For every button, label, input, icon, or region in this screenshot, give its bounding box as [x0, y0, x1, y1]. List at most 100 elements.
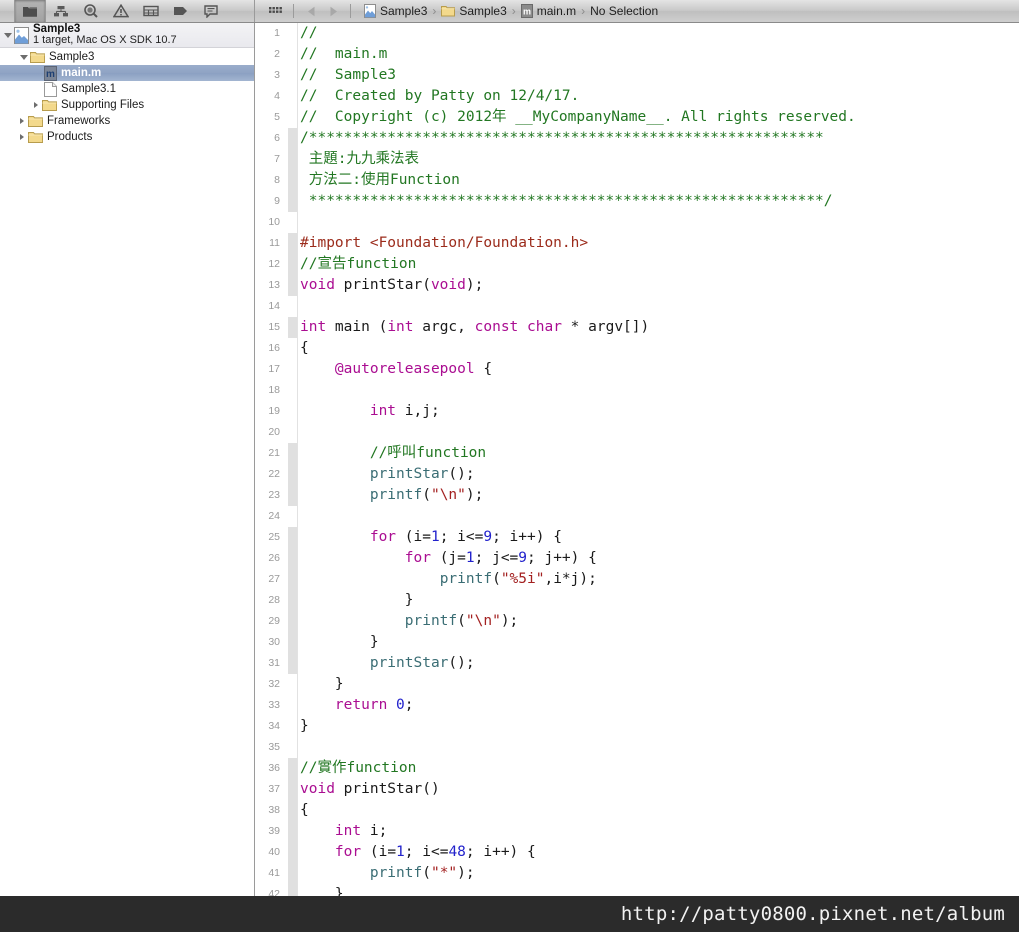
- code-line[interactable]: 9 **************************************…: [255, 191, 1019, 212]
- code-line[interactable]: 19 int i,j;: [255, 401, 1019, 422]
- line-text: //呼叫function: [300, 443, 486, 464]
- line-text: //宣告function: [300, 254, 416, 275]
- project-root-row[interactable]: Sample3 1 target, Mac OS X SDK 10.7: [0, 23, 254, 48]
- code-line[interactable]: 18: [255, 380, 1019, 401]
- tree-item-main-m[interactable]: m main.m: [0, 65, 254, 81]
- disclosure-triangle[interactable]: [18, 51, 30, 63]
- code-line[interactable]: 4 // Created by Patty on 12/4/17.: [255, 86, 1019, 107]
- code-token: (: [492, 571, 501, 587]
- hierarchy-icon[interactable]: [46, 0, 76, 22]
- code-line[interactable]: 28 }: [255, 590, 1019, 611]
- disclosure-triangle[interactable]: [2, 29, 14, 41]
- code-line[interactable]: 22 printStar();: [255, 464, 1019, 485]
- breadcrumb-item-selection[interactable]: No Selection: [587, 4, 661, 18]
- breadcrumb-item-project[interactable]: Sample3: [361, 4, 430, 18]
- line-number: 3: [274, 69, 280, 81]
- search-icon[interactable]: [76, 0, 106, 22]
- code-line[interactable]: 10: [255, 212, 1019, 233]
- folder-icon[interactable]: [14, 0, 46, 22]
- code-token: printf: [369, 865, 423, 881]
- code-line[interactable]: 27 printf("%5i",i*j);: [255, 569, 1019, 590]
- code-line[interactable]: 2 // main.m: [255, 44, 1019, 65]
- line-number: 23: [268, 489, 280, 501]
- change-marker: [288, 170, 297, 191]
- code-line[interactable]: 24: [255, 506, 1019, 527]
- breadcrumb-item-file[interactable]: m main.m: [518, 4, 579, 18]
- code-line[interactable]: 11 #import <Foundation/Foundation.h>: [255, 233, 1019, 254]
- code-line[interactable]: 30 }: [255, 632, 1019, 653]
- code-line[interactable]: 1 //: [255, 23, 1019, 44]
- code-line[interactable]: 31 printStar();: [255, 653, 1019, 674]
- code-line[interactable]: 7 主題:九九乘法表: [255, 149, 1019, 170]
- source-editor[interactable]: 1 // 2 // main.m 3 // Sample3 4 // Created by P…: [255, 23, 1019, 932]
- code-line[interactable]: 26 for (j=1; j<=9; j++) {: [255, 548, 1019, 569]
- code-token: ; j++) {: [527, 550, 597, 566]
- code-line[interactable]: 35: [255, 737, 1019, 758]
- code-token: ();: [448, 655, 475, 671]
- code-line[interactable]: 33 return 0;: [255, 695, 1019, 716]
- grid-icon[interactable]: [263, 6, 287, 17]
- code-line[interactable]: 5 // Copyright (c) 2012年 __MyCompanyName_…: [255, 107, 1019, 128]
- code-line[interactable]: 32 }: [255, 674, 1019, 695]
- code-line[interactable]: 34}: [255, 716, 1019, 737]
- tree-item-products[interactable]: Products: [0, 129, 254, 145]
- code-token: ();: [448, 466, 475, 482]
- tag-icon[interactable]: [166, 0, 196, 22]
- line-text: //: [300, 23, 317, 44]
- code-line[interactable]: 12 //宣告function: [255, 254, 1019, 275]
- code-line[interactable]: 29 printf("\n");: [255, 611, 1019, 632]
- code-line[interactable]: 40 for (i=1; i<=48; i++) {: [255, 842, 1019, 863]
- code-line[interactable]: 17 @autoreleasepool {: [255, 359, 1019, 380]
- warning-triangle-icon[interactable]: [106, 0, 136, 22]
- code-line[interactable]: 41 printf("*");: [255, 863, 1019, 884]
- project-icon: [364, 4, 376, 18]
- tree-item-sample3-1[interactable]: Sample3.1: [0, 81, 254, 97]
- change-marker: [288, 527, 297, 548]
- line-text: for (j=1; j<=9; j++) {: [300, 548, 597, 569]
- code-line[interactable]: 13 void printStar(void);: [255, 275, 1019, 296]
- line-number: 15: [268, 321, 280, 333]
- code-line[interactable]: 39 int i;: [255, 821, 1019, 842]
- code-line[interactable]: 21 //呼叫function: [255, 443, 1019, 464]
- disclosure-triangle[interactable]: [30, 99, 42, 111]
- code-line[interactable]: 38 {: [255, 800, 1019, 821]
- code-line[interactable]: 37 void printStar(): [255, 779, 1019, 800]
- breadcrumb-item-group[interactable]: Sample3: [438, 4, 509, 18]
- tree-item-label: Sample3.1: [61, 83, 116, 95]
- code-token: printStar: [369, 655, 449, 671]
- code-token: // Copyright (c) 2012年 __MyCompanyName__…: [300, 109, 856, 125]
- code-content[interactable]: 1 // 2 // main.m 3 // Sample3 4 // Created by P…: [255, 23, 1019, 932]
- code-line[interactable]: 14: [255, 296, 1019, 317]
- code-line[interactable]: 3 // Sample3: [255, 65, 1019, 86]
- watermark-bar: http://patty0800.pixnet.net/album: [0, 896, 1019, 932]
- code-token: for: [369, 529, 397, 545]
- code-line[interactable]: 36 //實作function: [255, 758, 1019, 779]
- tree-item-sample3-group[interactable]: Sample3: [0, 49, 254, 65]
- test-icon[interactable]: [136, 0, 166, 22]
- code-line[interactable]: 8 方法二:使用Function: [255, 170, 1019, 191]
- code-line[interactable]: 25 for (i=1; i<=9; i++) {: [255, 527, 1019, 548]
- forward-button[interactable]: [322, 0, 344, 22]
- log-icon[interactable]: [196, 0, 226, 22]
- project-subtitle: 1 target, Mac OS X SDK 10.7: [33, 34, 177, 46]
- code-line[interactable]: 15 int main (int argc, const char * argv[…: [255, 317, 1019, 338]
- change-marker: [288, 821, 297, 842]
- tree-item-frameworks[interactable]: Frameworks: [0, 113, 254, 129]
- objc-file-icon: m: [44, 65, 57, 81]
- back-button[interactable]: [300, 0, 322, 22]
- code-line[interactable]: 6 /**************************************…: [255, 128, 1019, 149]
- chevron-right-icon: ›: [511, 4, 516, 18]
- line-number: 33: [268, 699, 280, 711]
- tree-item-supporting-files[interactable]: Supporting Files: [0, 97, 254, 113]
- disclosure-triangle[interactable]: [16, 115, 28, 127]
- code-line[interactable]: 16 {: [255, 338, 1019, 359]
- code-token: 主題:九九乘法表: [300, 151, 419, 167]
- code-line[interactable]: 23 printf("\n");: [255, 485, 1019, 506]
- line-number: 35: [268, 741, 280, 753]
- code-line[interactable]: 20: [255, 422, 1019, 443]
- code-token: int: [300, 319, 327, 335]
- code-token: #import: [300, 235, 370, 251]
- disclosure-triangle[interactable]: [16, 131, 28, 143]
